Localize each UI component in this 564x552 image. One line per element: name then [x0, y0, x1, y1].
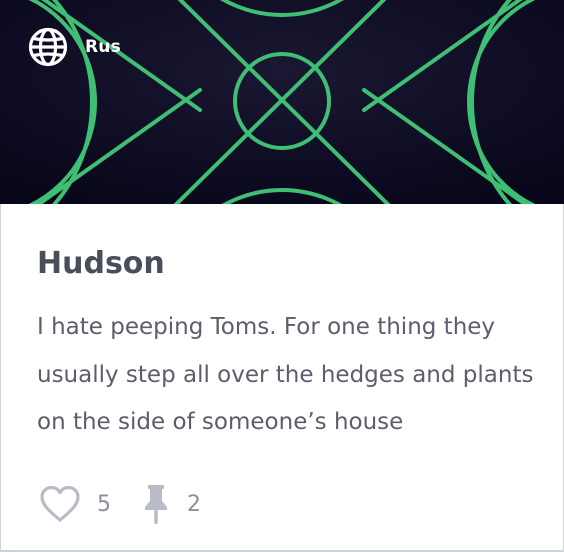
card-title[interactable]: Hudson — [37, 246, 165, 282]
globe-icon — [28, 27, 68, 67]
pin-button[interactable]: 2 — [141, 483, 201, 525]
language-label: Rus — [85, 37, 121, 57]
card-body: I hate peeping Toms. For one thing they … — [37, 314, 534, 435]
card-banner: Rus — [0, 0, 564, 204]
language-badge: Rus — [28, 27, 121, 67]
card-content: Hudson I hate peeping Toms. For one thin… — [0, 204, 564, 552]
pin-count: 2 — [187, 491, 201, 517]
post-card[interactable]: Rus Hudson I hate peeping Toms. For one … — [0, 0, 564, 552]
card-stats: 5 2 — [39, 482, 201, 526]
like-button[interactable]: 5 — [39, 484, 111, 524]
like-count: 5 — [97, 491, 111, 517]
pushpin-icon[interactable] — [141, 483, 171, 525]
heart-icon[interactable] — [39, 484, 81, 524]
